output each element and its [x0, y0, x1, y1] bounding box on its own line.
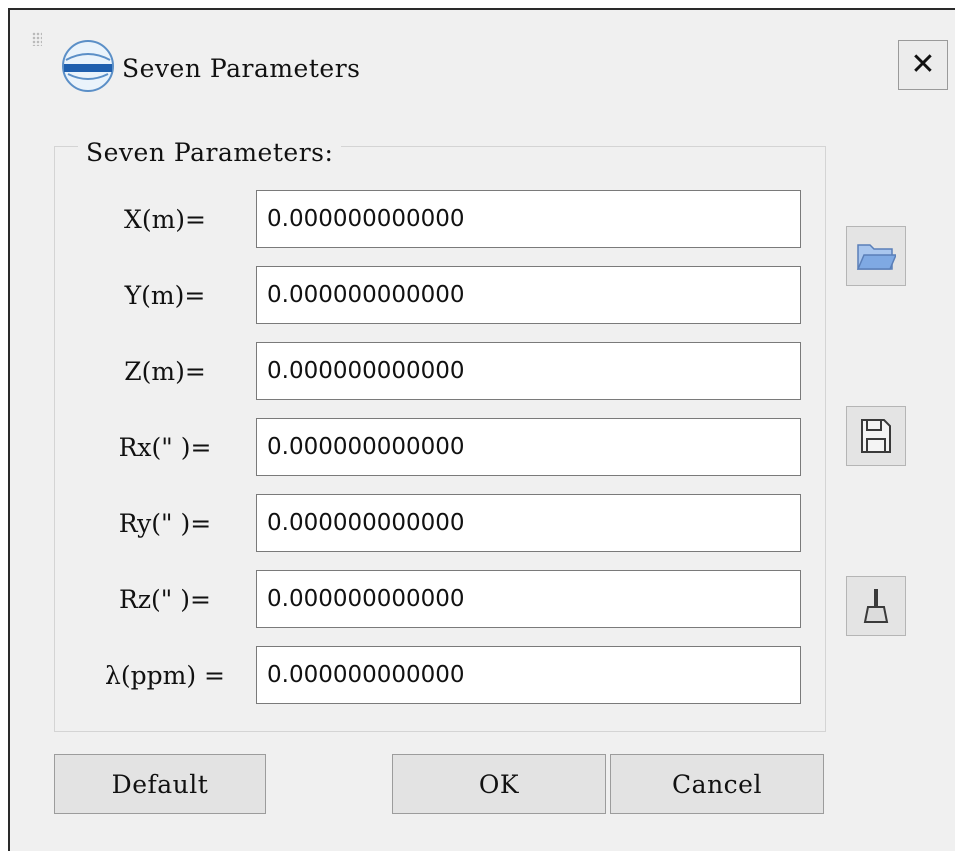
- param-row-z: Z(m)=: [80, 342, 810, 400]
- open-file-button[interactable]: [846, 226, 906, 286]
- param-label-y: Y(m)=: [124, 280, 206, 310]
- default-button[interactable]: Default: [54, 754, 266, 814]
- param-label-x: X(m)=: [124, 204, 206, 234]
- group-label: Seven Parameters:: [78, 138, 342, 167]
- cancel-button[interactable]: Cancel: [610, 754, 824, 814]
- clear-button[interactable]: [846, 576, 906, 636]
- param-label-ry: Ry(" )=: [118, 508, 212, 538]
- param-label-rx: Rx(" )=: [118, 432, 212, 462]
- close-button[interactable]: ✕: [898, 40, 948, 90]
- param-input-y[interactable]: [256, 266, 801, 324]
- param-row-x: X(m)=: [80, 190, 810, 248]
- param-row-rx: Rx(" )=: [80, 418, 810, 476]
- close-x-icon: ✕: [910, 47, 936, 82]
- param-input-scale[interactable]: [256, 646, 801, 704]
- param-input-ry[interactable]: [256, 494, 801, 552]
- drag-grip-icon[interactable]: [32, 32, 42, 46]
- globe-logo-icon: [62, 40, 114, 92]
- param-input-x[interactable]: [256, 190, 801, 248]
- ok-button[interactable]: OK: [392, 754, 606, 814]
- window-title: Seven Parameters: [122, 54, 361, 83]
- param-label-scale: λ(ppm) =: [105, 660, 225, 690]
- param-label-rz: Rz(" )=: [119, 584, 211, 614]
- param-input-rx[interactable]: [256, 418, 801, 476]
- param-label-z: Z(m)=: [124, 356, 206, 386]
- param-row-ry: Ry(" )=: [80, 494, 810, 552]
- floppy-save-icon: [861, 419, 891, 453]
- save-file-button[interactable]: [846, 406, 906, 466]
- param-input-z[interactable]: [256, 342, 801, 400]
- param-row-y: Y(m)=: [80, 266, 810, 324]
- dialog-window: Seven Parameters ✕ Seven Parameters: X(m…: [8, 8, 955, 851]
- param-input-rz[interactable]: [256, 570, 801, 628]
- param-row-rz: Rz(" )=: [80, 570, 810, 628]
- broom-clear-icon: [863, 589, 889, 623]
- param-row-scale: λ(ppm) =: [80, 646, 810, 704]
- folder-open-icon: [856, 244, 896, 270]
